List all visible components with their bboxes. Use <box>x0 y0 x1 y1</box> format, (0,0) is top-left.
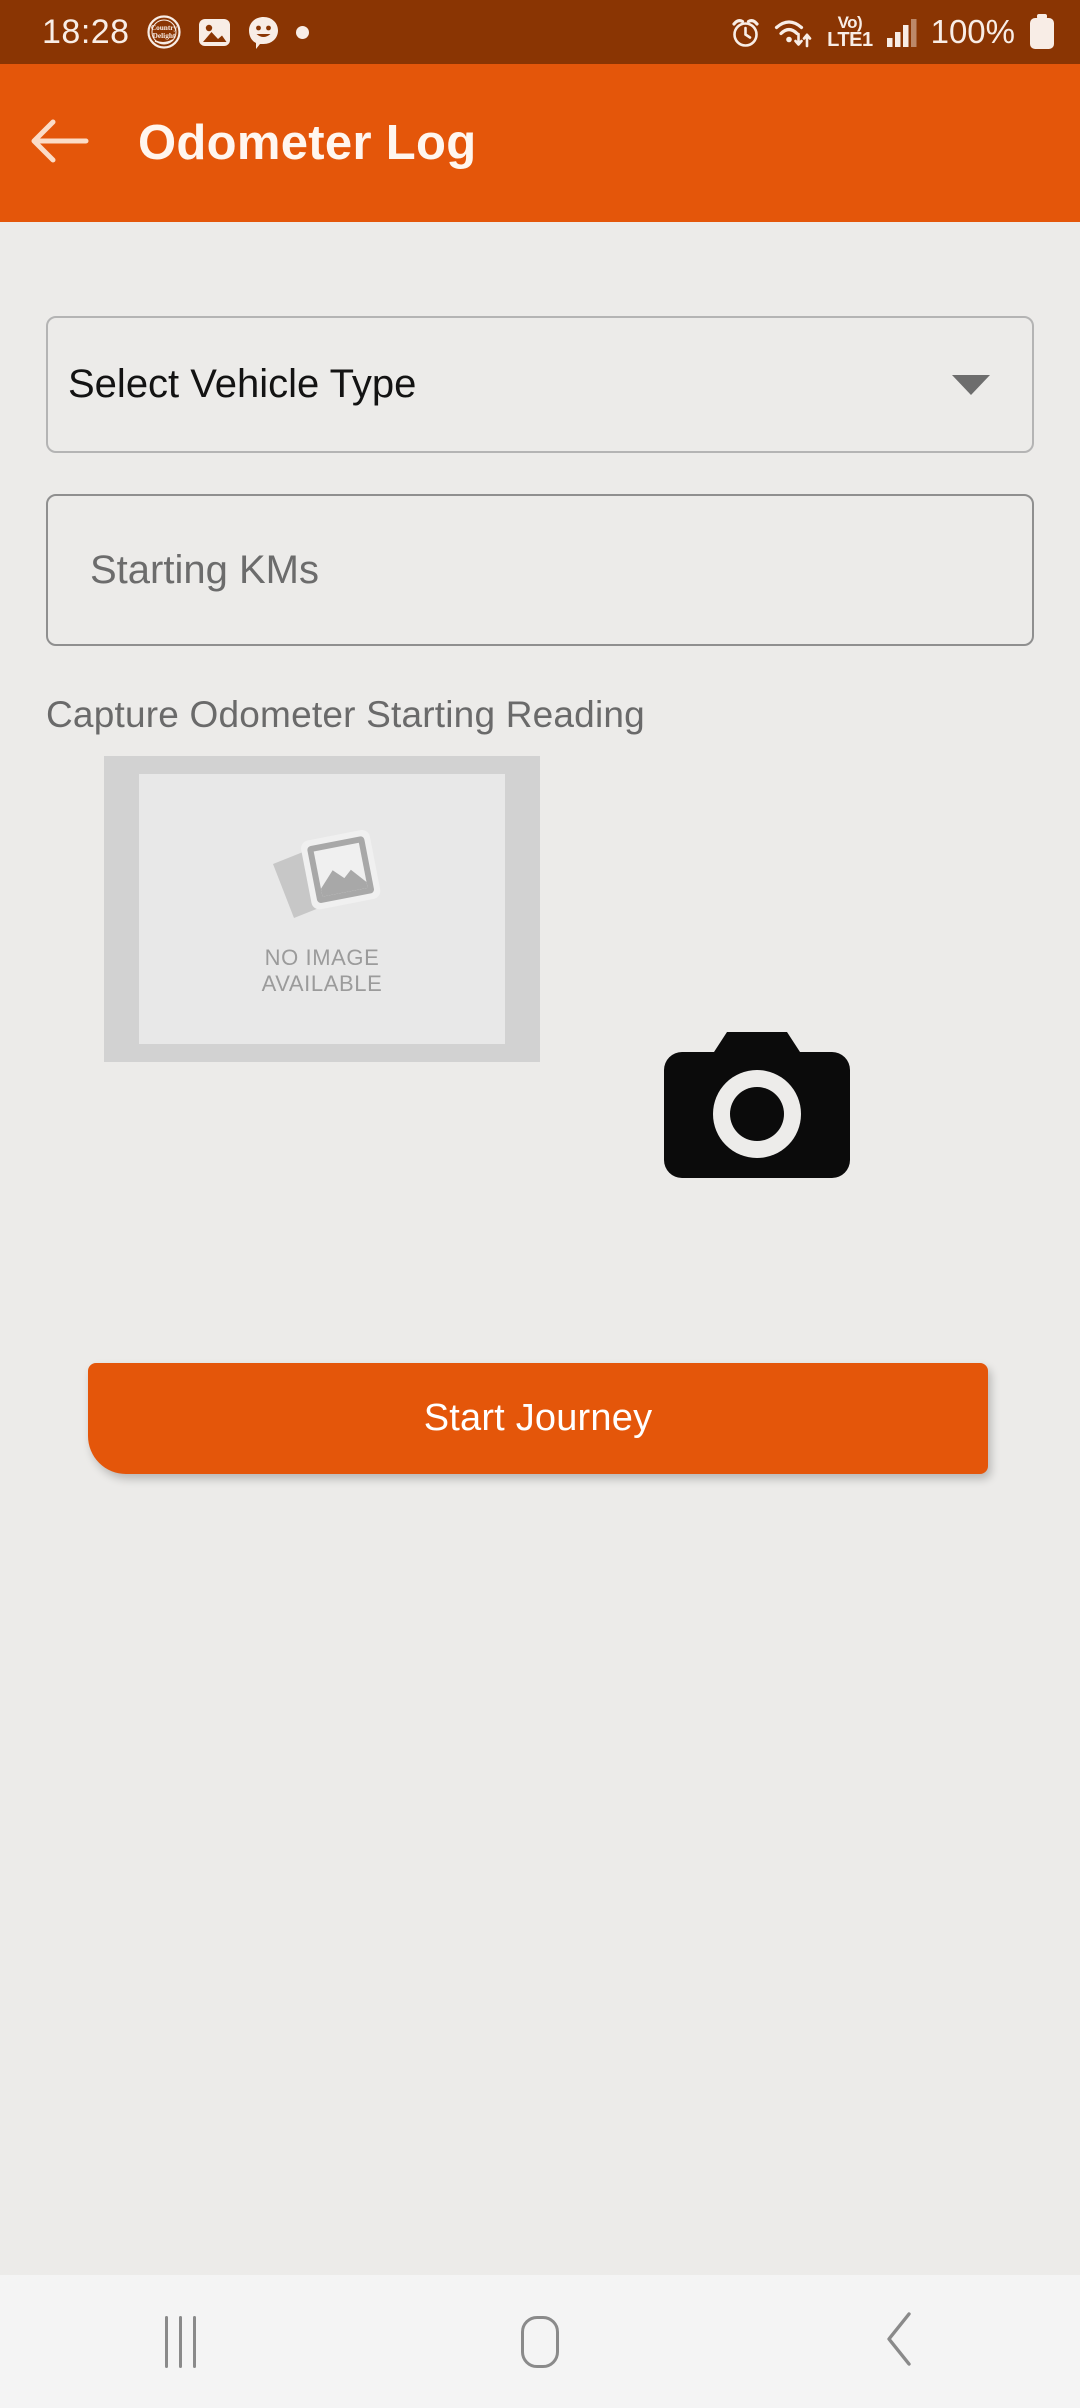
recents-icon <box>164 2315 196 2368</box>
starting-kms-field[interactable] <box>46 494 1034 646</box>
camera-icon <box>664 1026 850 1183</box>
wifi-data-transfer-icon <box>774 16 814 49</box>
battery-icon <box>1028 14 1056 50</box>
battery-percent-label: 100% <box>930 13 1015 50</box>
notification-dot-icon <box>295 25 309 39</box>
form-content: Select Vehicle Type Capture Odometer Sta… <box>0 222 1080 2275</box>
status-bar: 18:28 Country Delight Vo) LTE1 100% <box>0 0 1080 64</box>
phone-screen: 18:28 Country Delight Vo) LTE1 100% Odom… <box>0 0 1080 2408</box>
chat-smiley-notification-icon <box>248 16 279 49</box>
nav-recents-button[interactable] <box>80 2275 280 2408</box>
capture-odometer-label: Capture Odometer Starting Reading <box>46 694 645 735</box>
capture-photo-button[interactable] <box>664 1028 850 1180</box>
starting-kms-input[interactable] <box>90 547 1032 593</box>
android-navigation-bar <box>0 2275 1080 2408</box>
no-image-line-2: AVAILABLE <box>261 970 383 996</box>
volte-bottom-label: LTE1 <box>827 28 873 51</box>
status-bar-clock: 18:28 <box>42 12 130 51</box>
svg-text:Delight: Delight <box>152 31 175 40</box>
nav-back-button[interactable] <box>800 2275 1000 2408</box>
home-icon <box>521 2315 559 2368</box>
status-bar-right-group: Vo) LTE1 100% <box>730 13 1056 51</box>
back-button[interactable] <box>0 64 120 222</box>
gallery-notification-icon <box>198 16 231 49</box>
odometer-image-preview[interactable]: NO IMAGE AVAILABLE <box>104 756 540 1062</box>
cellular-signal-icon <box>886 17 918 48</box>
nav-home-button[interactable] <box>440 2275 640 2408</box>
vehicle-type-value: Select Vehicle Type <box>68 362 417 406</box>
page-title: Odometer Log <box>138 116 477 170</box>
arrow-left-icon <box>29 116 91 171</box>
volte-indicator: Vo) LTE1 <box>827 14 873 51</box>
no-image-line-1: NO IMAGE <box>264 944 380 970</box>
placeholder-inner: NO IMAGE AVAILABLE <box>139 774 505 1044</box>
app-bar: Odometer Log <box>0 64 1080 222</box>
image-placeholder-icon <box>261 822 383 931</box>
start-journey-button[interactable]: Start Journey <box>88 1363 988 1474</box>
status-bar-left-group: 18:28 Country Delight <box>42 13 309 52</box>
back-chevron-icon <box>883 2311 917 2372</box>
vehicle-type-dropdown[interactable]: Select Vehicle Type <box>46 316 1034 453</box>
chevron-down-icon <box>952 374 990 395</box>
alarm-icon <box>730 17 761 48</box>
country-delight-app-icon: Country Delight <box>146 15 181 49</box>
